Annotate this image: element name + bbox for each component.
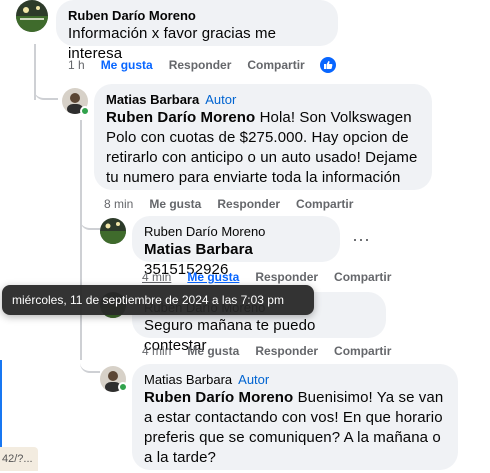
focus-indicator: [0, 360, 2, 452]
more-options-icon[interactable]: ⋯: [352, 230, 371, 251]
mention-link[interactable]: Ruben Darío Moreno: [106, 109, 255, 126]
comment-time[interactable]: 8 min: [104, 196, 133, 212]
like-button[interactable]: Me gusta: [187, 269, 239, 285]
reply-button[interactable]: Responder: [255, 343, 318, 359]
share-button[interactable]: Compartir: [247, 57, 304, 73]
timestamp-tooltip: miércoles, 11 de septiembre de 2024 a la…: [2, 285, 314, 315]
comment-text: Ruben Darío Moreno Hola! Son Volkswagen …: [106, 108, 420, 188]
thread-connector: [80, 212, 100, 230]
share-button[interactable]: Compartir: [296, 196, 353, 212]
thread-connector: [34, 80, 58, 100]
share-button[interactable]: Compartir: [334, 343, 391, 359]
comment-bubble: Ruben Darío Moreno Información x favor g…: [56, 0, 338, 62]
thumbs-up-icon[interactable]: [319, 56, 337, 74]
share-button[interactable]: Compartir: [334, 269, 391, 285]
online-status-icon: [80, 106, 90, 116]
comment-author[interactable]: Ruben Darío Moreno: [68, 8, 326, 24]
comment-actions: 1 h Me gusta Responder Compartir: [68, 57, 321, 73]
comment-bubble: Matias Barbara Autor Ruben Darío Moreno B…: [132, 364, 458, 470]
comment-bubble: Matias Barbara Autor Ruben Darío Moreno H…: [94, 84, 432, 190]
comment-author-row: Matias Barbara Autor: [106, 92, 420, 108]
comment-time[interactable]: 4 min: [142, 343, 171, 359]
status-bar-url: 42/?...: [0, 447, 38, 471]
comment-bubble: Ruben Darío Moreno Matias Barbara 351515…: [132, 216, 340, 278]
comment-text: Ruben Darío Moreno Buenisimo! Ya se van …: [144, 388, 446, 468]
comment-author[interactable]: Ruben Darío Moreno: [144, 224, 328, 240]
thread-connector: [80, 355, 100, 373]
comment-actions: 4 min Me gusta Responder Compartir: [142, 269, 407, 285]
comment-author[interactable]: Matias Barbara: [144, 372, 232, 387]
reply-button[interactable]: Responder: [169, 57, 232, 73]
avatar[interactable]: [16, 0, 48, 32]
like-button[interactable]: Me gusta: [149, 196, 201, 212]
online-status-icon: [118, 382, 128, 392]
comment-actions: 4 min Me gusta Responder Compartir: [142, 343, 407, 359]
like-button[interactable]: Me gusta: [101, 57, 153, 73]
comment-author[interactable]: Matias Barbara: [106, 92, 199, 107]
author-badge: Autor: [205, 92, 237, 107]
like-button[interactable]: Me gusta: [187, 343, 239, 359]
reply-button[interactable]: Responder: [217, 196, 280, 212]
reply-button[interactable]: Responder: [255, 269, 318, 285]
mention-link[interactable]: Ruben Darío Moreno: [144, 389, 293, 406]
author-badge: Autor: [238, 372, 270, 387]
comment-time[interactable]: 4 min: [142, 269, 171, 285]
avatar[interactable]: [100, 218, 126, 244]
comment-time[interactable]: 1 h: [68, 57, 85, 73]
comment-author-row: Matias Barbara Autor: [144, 372, 446, 388]
mention-link[interactable]: Matias Barbara: [144, 241, 253, 258]
thread-line-reply: [80, 120, 82, 360]
comment-actions: 8 min Me gusta Responder Compartir: [104, 196, 369, 212]
